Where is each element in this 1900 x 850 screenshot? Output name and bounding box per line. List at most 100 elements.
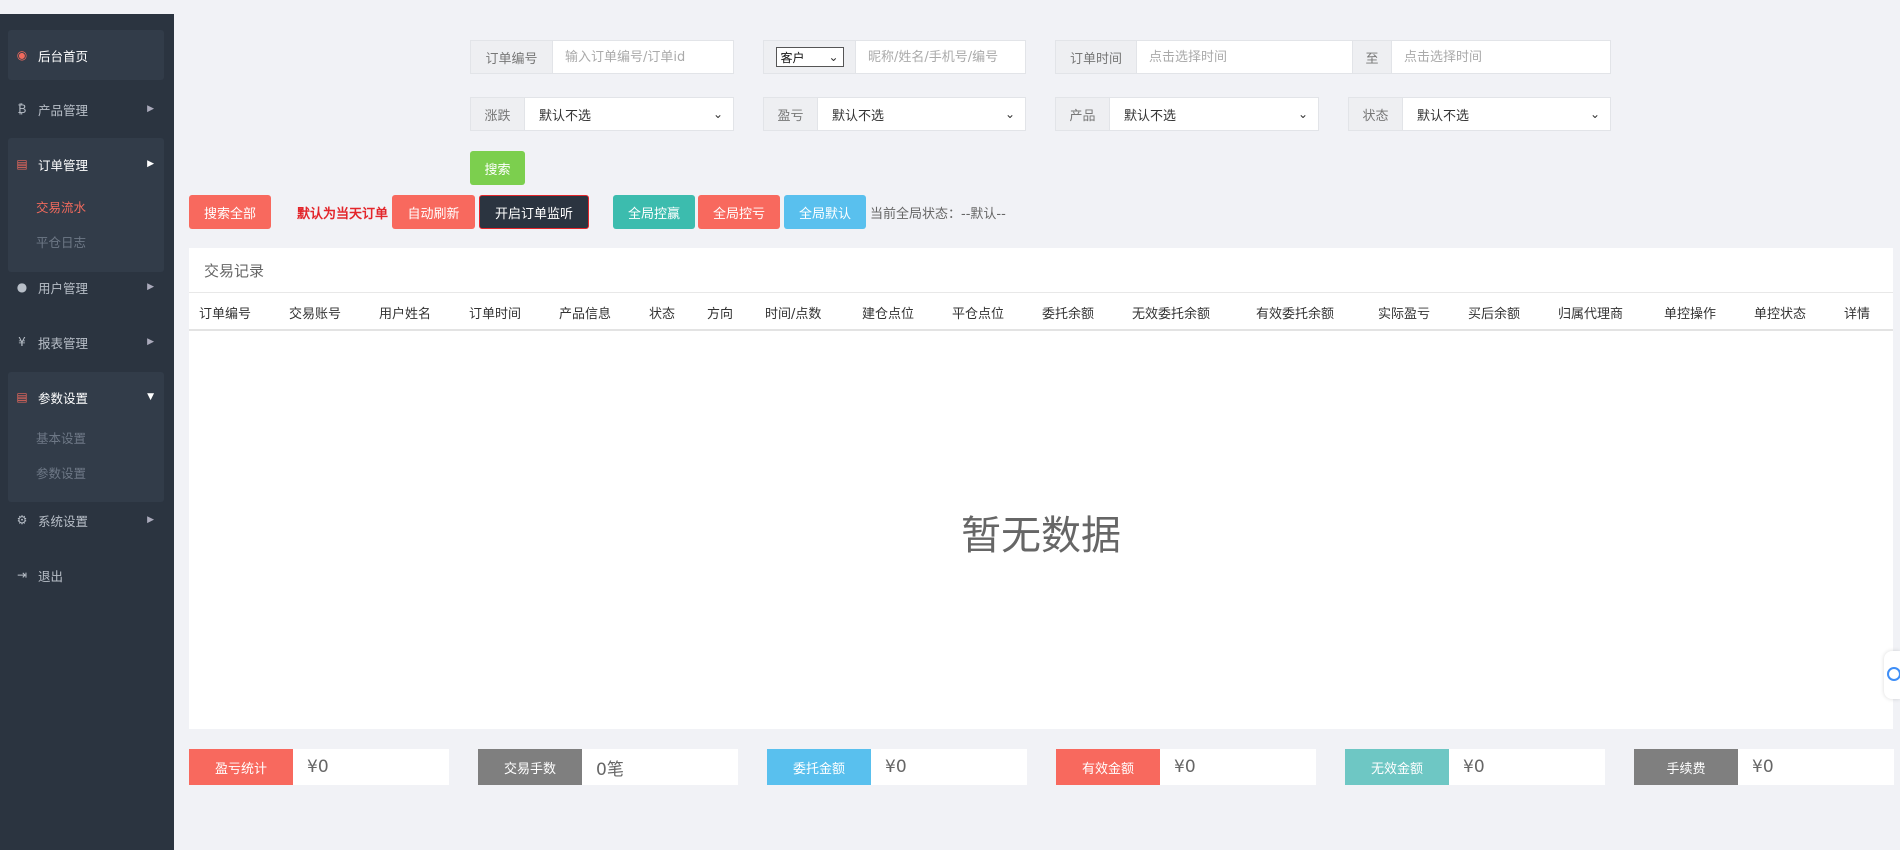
stat-value: 0笔	[596, 759, 624, 780]
stat-invalid-amount: 无效金额 ¥0	[1345, 749, 1605, 785]
chevron-down-icon: ⌄	[828, 50, 839, 64]
order-time-to-label: 至	[1352, 41, 1392, 73]
sidebar-sub-param-settings[interactable]: 参数设置	[36, 463, 86, 482]
sidebar-item-label: 用户管理	[38, 280, 89, 296]
product-group: 产品 默认不选 ⌄	[1055, 97, 1319, 131]
stat-label: 手续费	[1634, 749, 1738, 785]
order-time-to-input[interactable]	[1392, 41, 1610, 73]
stat-profit-loss: 盈亏统计 ¥0	[189, 749, 449, 785]
caret-right-icon: ▶	[147, 159, 154, 169]
rise-fall-group: 涨跌 默认不选 ⌄	[470, 97, 734, 131]
column-header: 产品信息	[559, 307, 612, 322]
caret-down-icon: ▼	[147, 392, 154, 402]
panel-title: 交易记录	[204, 262, 265, 280]
product-select[interactable]: 默认不选 ⌄	[1110, 98, 1318, 130]
sidebar-sub-trades[interactable]: 交易流水	[36, 197, 86, 216]
customer-search-input[interactable]	[856, 41, 1025, 73]
stat-order-amount: 委托金额 ¥0	[767, 749, 1027, 785]
stat-label: 有效金额	[1056, 749, 1160, 785]
stat-label: 无效金额	[1345, 749, 1449, 785]
rise-fall-value: 默认不选	[539, 108, 592, 124]
bitcoin-icon: ₿	[17, 102, 27, 116]
sidebar-item-label: 后台首页	[38, 48, 89, 64]
status-group: 状态 默认不选 ⌄	[1348, 97, 1611, 131]
stat-label: 盈亏统计	[189, 749, 293, 785]
caret-right-icon: ▶	[147, 282, 154, 292]
open-order-monitor-button[interactable]: 开启订单监听	[479, 195, 589, 229]
order-no-label: 订单编号	[471, 41, 553, 73]
product-value: 默认不选	[1124, 108, 1177, 124]
column-header: 订单编号	[199, 307, 252, 322]
sidebar-item-params[interactable]: ▤ 参数设置 ▼	[0, 373, 174, 421]
column-header: 订单时间	[469, 307, 522, 322]
stat-label: 交易手数	[478, 749, 582, 785]
customer-group: 客户 ⌄	[763, 40, 1026, 74]
sidebar-item-users[interactable]: ● 用户管理 ▶	[0, 263, 174, 311]
sidebar-item-orders[interactable]: ▤ 订单管理 ▶	[0, 140, 174, 188]
chevron-down-icon: ⌄	[1589, 107, 1600, 121]
chevron-down-icon: ⌄	[712, 107, 723, 121]
search-button[interactable]: 搜索	[470, 151, 525, 185]
column-header: 时间/点数	[765, 307, 822, 322]
rise-fall-select[interactable]: 默认不选 ⌄	[525, 98, 733, 130]
status-value: 默认不选	[1417, 108, 1470, 124]
empty-state-text: 暂无数据	[961, 513, 1121, 559]
floating-help-widget[interactable]	[1884, 651, 1900, 699]
sidebar: ◉ 后台首页 ₿ 产品管理 ▶ ▤ 订单管理 ▶ 交易流水 平仓日志 ● 用户管…	[0, 14, 174, 850]
profit-loss-value: 默认不选	[832, 108, 885, 124]
sidebar-item-home[interactable]: ◉ 后台首页	[0, 31, 174, 79]
profit-loss-select[interactable]: 默认不选 ⌄	[818, 98, 1025, 130]
column-header: 买后余额	[1468, 307, 1521, 322]
stat-value: ¥0	[885, 757, 907, 777]
customer-select-value: 客户	[780, 50, 805, 65]
sidebar-item-label: 系统设置	[38, 513, 89, 529]
column-header: 建仓点位	[862, 307, 915, 322]
profit-loss-label: 盈亏	[764, 98, 818, 130]
stat-trade-count: 交易手数 0笔	[478, 749, 738, 785]
order-no-group: 订单编号	[470, 40, 734, 74]
trade-records-panel: 交易记录 订单编号 交易账号 用户姓名 订单时间 产品信息 状态 方向 时间/点…	[189, 248, 1893, 729]
default-today-label: 默认为当天订单	[297, 207, 389, 222]
sidebar-item-products[interactable]: ₿ 产品管理 ▶	[0, 85, 174, 133]
global-win-button[interactable]: 全局控赢	[613, 195, 695, 229]
order-no-input[interactable]	[553, 41, 733, 73]
stat-valid-amount: 有效金额 ¥0	[1056, 749, 1316, 785]
sign-out-icon: ⇥	[16, 568, 28, 582]
global-status-text: 当前全局状态：--默认--	[870, 207, 1006, 222]
caret-right-icon: ▶	[147, 515, 154, 525]
customer-select[interactable]: 客户 ⌄	[775, 47, 844, 67]
column-header: 归属代理商	[1558, 307, 1624, 322]
column-header: 平仓点位	[952, 307, 1005, 322]
copy-icon: ▤	[16, 390, 28, 404]
auto-refresh-button[interactable]: 自动刷新	[392, 195, 475, 229]
order-time-label: 订单时间	[1056, 41, 1137, 73]
sidebar-item-label: 订单管理	[38, 157, 89, 173]
status-select[interactable]: 默认不选 ⌄	[1403, 98, 1610, 130]
sidebar-item-label: 产品管理	[38, 102, 89, 118]
stat-value: ¥0	[1174, 757, 1196, 777]
order-time-from-input[interactable]	[1137, 41, 1352, 73]
caret-right-icon: ▶	[147, 104, 154, 114]
column-header: 状态	[649, 307, 676, 322]
sidebar-item-label: 退出	[38, 568, 64, 584]
search-all-button[interactable]: 搜索全部	[189, 195, 271, 229]
global-loss-button[interactable]: 全局控亏	[698, 195, 780, 229]
sidebar-sub-close-log[interactable]: 平仓日志	[36, 232, 86, 251]
global-default-button[interactable]: 全局默认	[784, 195, 866, 229]
column-header: 交易账号	[289, 307, 342, 322]
sidebar-item-system[interactable]: ⚙ 系统设置 ▶	[0, 496, 174, 544]
stat-fee: 手续费 ¥0	[1634, 749, 1894, 785]
chevron-down-icon: ⌄	[1004, 107, 1015, 121]
gears-icon: ⚙	[16, 513, 28, 527]
stat-label: 委托金额	[767, 749, 871, 785]
sidebar-item-reports[interactable]: ¥ 报表管理 ▶	[0, 318, 174, 366]
rise-fall-label: 涨跌	[471, 98, 525, 130]
yen-icon: ¥	[18, 335, 26, 349]
sidebar-sub-basic-settings[interactable]: 基本设置	[36, 428, 86, 447]
chevron-down-icon: ⌄	[1297, 107, 1308, 121]
stat-value: ¥0	[307, 757, 329, 777]
sidebar-item-label: 报表管理	[38, 335, 89, 351]
customer-select-addon: 客户 ⌄	[764, 41, 856, 73]
column-header: 详情	[1844, 307, 1871, 322]
sidebar-item-logout[interactable]: ⇥ 退出	[0, 551, 174, 599]
